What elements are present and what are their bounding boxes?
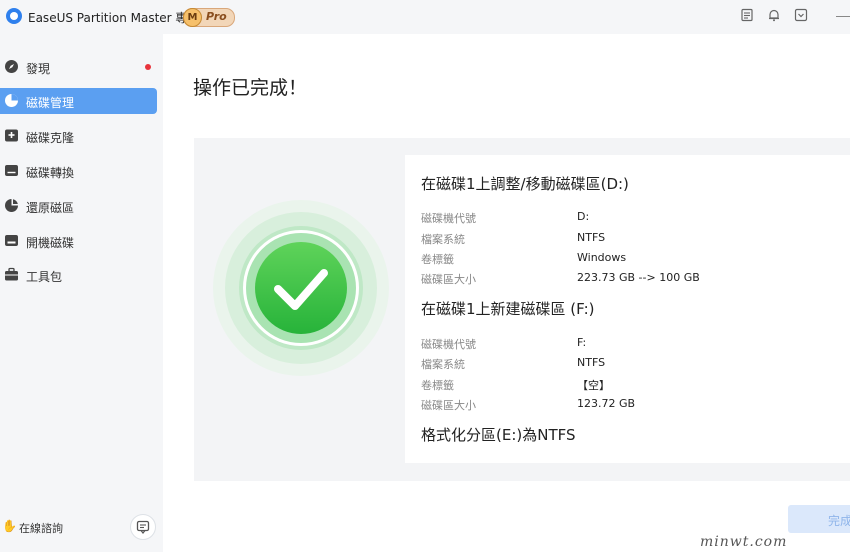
detail-value: 223.73 GB --> 100 GB <box>577 271 700 284</box>
sidebar-item-disk-convert[interactable]: 磁碟轉換 <box>0 158 157 184</box>
detail-value: 123.72 GB <box>577 397 636 410</box>
bell-icon[interactable] <box>765 8 783 26</box>
detail-label: 磁碟區大小 <box>421 273 476 286</box>
detail-value: NTFS <box>577 356 606 369</box>
main-content: 操作已完成！ 在磁碟1上調整/移動磁碟區(D:) 磁碟機代號 D: 檔案系統 N… <box>163 34 850 552</box>
done-button[interactable]: 完成 <box>788 505 850 533</box>
sidebar-item-disk-management[interactable]: 磁碟管理 <box>0 88 157 114</box>
sidebar-item-label: 開機磁碟 <box>26 236 75 250</box>
notification-dot <box>145 64 151 70</box>
feedback-button[interactable] <box>130 514 156 540</box>
sidebar-item-label: 磁碟管理 <box>26 96 75 110</box>
sidebar-item-label: 還原磁區 <box>26 201 75 215</box>
sidebar-item-boot-disk[interactable]: 開機磁碟 <box>0 228 157 254</box>
sidebar-item-discover[interactable]: 發現 <box>0 54 157 80</box>
dropdown-menu-icon[interactable] <box>792 8 810 26</box>
sidebar-item-label: 發現 <box>26 62 51 76</box>
minimize-button[interactable] <box>836 16 850 17</box>
detail-value: D: <box>577 210 590 223</box>
detail-label: 磁碟機代號 <box>421 338 476 351</box>
detail-value: Windows <box>577 251 627 264</box>
watermark: minwt.com <box>700 534 788 550</box>
detail-label: 卷標籤 <box>421 379 454 392</box>
pie-chart-icon <box>4 93 19 108</box>
sidebar-item-label: 磁碟轉換 <box>26 166 75 180</box>
sidebar: 發現 磁碟管理 磁碟克隆 磁碟轉換 還原磁區 開機磁碟 工具包 ✋ 在線諮詢 <box>0 34 163 552</box>
sidebar-item-disk-clone[interactable]: 磁碟克隆 <box>0 123 157 149</box>
operation-title: 格式化分區(E:)為NTFS <box>421 426 576 444</box>
detail-label: 磁碟機代號 <box>421 212 476 225</box>
message-icon <box>136 520 150 534</box>
detail-label: 檔案系統 <box>421 358 465 371</box>
operation-summary-card: 在磁碟1上調整/移動磁碟區(D:) 磁碟機代號 D: 檔案系統 NTFS 卷標籤… <box>405 155 850 463</box>
operation-title: 在磁碟1上調整/移動磁碟區(D:) <box>421 175 629 193</box>
detail-label: 磁碟區大小 <box>421 399 476 412</box>
detail-value: 【空】 <box>577 379 610 392</box>
partition-recovery-icon <box>4 198 19 213</box>
online-chat-label: 在線諮詢 <box>19 522 63 535</box>
sidebar-item-partition-recovery[interactable]: 還原磁區 <box>0 193 157 219</box>
sidebar-item-label: 工具包 <box>26 270 63 284</box>
detail-value: NTFS <box>577 231 606 244</box>
page-title: 操作已完成！ <box>193 77 308 99</box>
pro-badge-text: Pro <box>206 10 227 23</box>
done-button-label: 完成 <box>828 514 850 528</box>
boot-disk-icon <box>4 233 19 248</box>
disk-convert-icon <box>4 163 19 178</box>
detail-value: F: <box>577 336 587 349</box>
disk-clone-icon <box>4 128 19 143</box>
detail-label: 檔案系統 <box>421 233 465 246</box>
app-logo-icon <box>6 8 22 24</box>
notes-icon[interactable] <box>738 8 756 26</box>
title-bar: EaseUS Partition Master 專業版 M Pro <box>0 0 850 34</box>
toolbox-icon <box>4 267 19 282</box>
success-check-icon <box>211 198 391 378</box>
detail-label: 卷標籤 <box>421 253 454 266</box>
pro-badge-letter: M <box>183 8 202 27</box>
operation-title: 在磁碟1上新建磁碟區 (F:) <box>421 300 595 318</box>
sidebar-item-toolbox[interactable]: 工具包 <box>0 262 157 288</box>
sidebar-item-label: 磁碟克隆 <box>26 131 75 145</box>
waving-hand-icon: ✋ <box>2 519 17 533</box>
result-panel: 在磁碟1上調整/移動磁碟區(D:) 磁碟機代號 D: 檔案系統 NTFS 卷標籤… <box>194 138 850 481</box>
compass-icon <box>4 59 19 74</box>
pro-badge[interactable]: M Pro <box>183 8 235 27</box>
